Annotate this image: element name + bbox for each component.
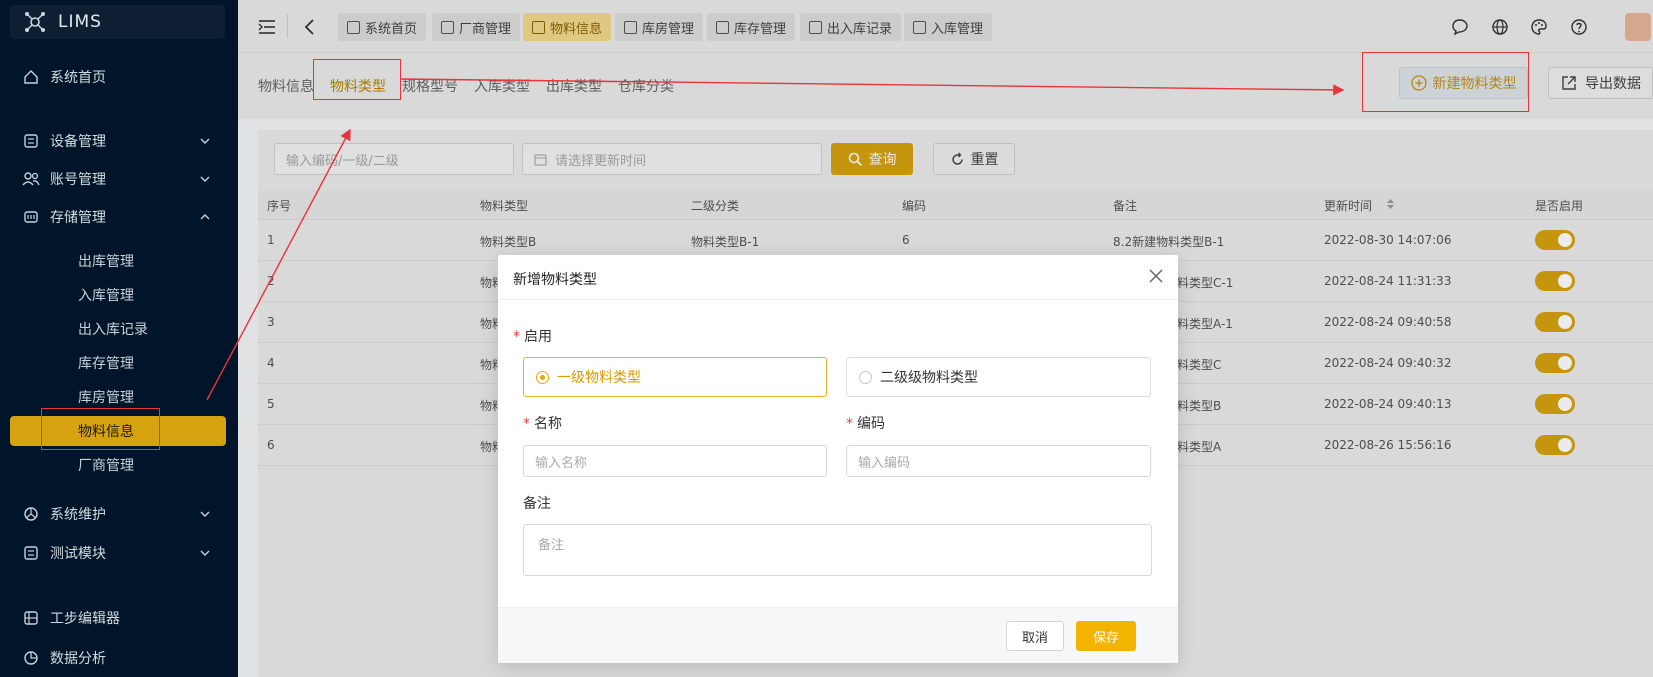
sidebar-subitem-label: 入库管理 bbox=[78, 288, 134, 304]
sidebar-subitem-label: 出库管理 bbox=[78, 254, 134, 270]
app-logo[interactable]: LIMS bbox=[10, 5, 225, 39]
code-label: * 编码 bbox=[846, 413, 885, 433]
sidebar-item-label: 测试模块 bbox=[50, 546, 106, 562]
close-icon[interactable] bbox=[1148, 268, 1164, 284]
sidebar: LIMS 系统首页 设备管理 账号管理 存储管理 出库管理 入库管理 出入库记录… bbox=[0, 0, 238, 677]
logo-icon bbox=[25, 12, 45, 32]
chevron-up-icon bbox=[200, 214, 210, 220]
sidebar-subitem-label: 库存管理 bbox=[78, 356, 134, 372]
sidebar-subitem-label: 厂商管理 bbox=[78, 458, 134, 474]
note-label: 备注 bbox=[523, 496, 551, 512]
required-mark: * bbox=[846, 416, 853, 432]
chevron-down-icon bbox=[200, 511, 210, 517]
sidebar-subitem-inbound[interactable]: 入库管理 bbox=[0, 280, 238, 310]
new-material-type-dialog: 新增物料类型 * 启用 一级物料类型 二级级物料类型 * 名称 * 编码 输入名称 输… bbox=[498, 255, 1178, 663]
name-input[interactable]: 输入名称 bbox=[523, 445, 827, 477]
placeholder: 输入编码 bbox=[858, 455, 911, 471]
sidebar-item-label: 系统维护 bbox=[50, 507, 106, 523]
sidebar-item-label: 账号管理 bbox=[50, 172, 106, 188]
chevron-down-icon bbox=[200, 176, 210, 182]
sidebar-item-test[interactable]: 测试模块 bbox=[0, 536, 238, 570]
sidebar-item-analysis[interactable]: 数据分析 bbox=[0, 641, 238, 675]
users-icon bbox=[22, 170, 40, 188]
divider bbox=[498, 299, 1178, 300]
note-textarea[interactable]: 备注 bbox=[523, 524, 1152, 576]
sidebar-subitem-vendor[interactable]: 厂商管理 bbox=[0, 450, 238, 480]
radio-label: 二级级物料类型 bbox=[880, 370, 978, 386]
sidebar-subitem-label: 出入库记录 bbox=[78, 322, 148, 338]
app-name: LIMS bbox=[58, 12, 102, 32]
annotation-box-material-info bbox=[41, 408, 160, 450]
sidebar-item-home[interactable]: 系统首页 bbox=[0, 60, 238, 94]
label-text: 启用 bbox=[524, 329, 552, 345]
code-input[interactable]: 输入编码 bbox=[846, 445, 1151, 477]
placeholder: 输入名称 bbox=[535, 455, 588, 471]
test-icon bbox=[22, 544, 40, 562]
level2-type-radio[interactable]: 二级级物料类型 bbox=[846, 357, 1151, 397]
grid-icon bbox=[22, 609, 40, 627]
home-icon bbox=[22, 68, 40, 86]
sidebar-item-accounts[interactable]: 账号管理 bbox=[0, 162, 238, 196]
required-mark: * bbox=[513, 329, 520, 345]
sidebar-item-device[interactable]: 设备管理 bbox=[0, 124, 238, 158]
sidebar-subitem-label: 库房管理 bbox=[78, 390, 134, 406]
placeholder: 备注 bbox=[538, 538, 565, 553]
chevron-down-icon bbox=[200, 138, 210, 144]
annotation-box-material-type bbox=[313, 59, 401, 100]
annotation-box-new-button bbox=[1362, 52, 1529, 112]
sidebar-subitem-outbound[interactable]: 出库管理 bbox=[0, 246, 238, 276]
dialog-title: 新增物料类型 bbox=[513, 272, 597, 288]
label-text: 名称 bbox=[534, 416, 562, 432]
device-icon bbox=[22, 132, 40, 150]
sidebar-item-step-editor[interactable]: 工步编辑器 bbox=[0, 601, 238, 635]
storage-icon bbox=[22, 208, 40, 226]
sidebar-subitem-inventory[interactable]: 库存管理 bbox=[0, 348, 238, 378]
save-button[interactable]: 保存 bbox=[1076, 621, 1136, 651]
sidebar-item-label: 存储管理 bbox=[50, 210, 106, 226]
sidebar-item-storage[interactable]: 存储管理 bbox=[0, 200, 238, 234]
required-mark: * bbox=[523, 416, 530, 432]
chevron-down-icon bbox=[200, 550, 210, 556]
cancel-button[interactable]: 取消 bbox=[1006, 621, 1064, 651]
label-text: 编码 bbox=[857, 416, 885, 432]
radio-icon bbox=[859, 370, 872, 384]
sidebar-item-label: 数据分析 bbox=[50, 651, 106, 667]
sidebar-subitem-inout-records[interactable]: 出入库记录 bbox=[0, 314, 238, 344]
sidebar-item-maintenance[interactable]: 系统维护 bbox=[0, 497, 238, 531]
level1-type-radio[interactable]: 一级物料类型 bbox=[523, 357, 827, 397]
sidebar-item-label: 系统首页 bbox=[50, 70, 106, 86]
radio-icon bbox=[536, 370, 549, 384]
maintenance-icon bbox=[22, 505, 40, 523]
sidebar-item-label: 工步编辑器 bbox=[50, 611, 120, 627]
radio-label: 一级物料类型 bbox=[557, 370, 641, 386]
analysis-icon bbox=[22, 649, 40, 667]
enable-label: * 启用 bbox=[513, 326, 552, 346]
sidebar-item-label: 设备管理 bbox=[50, 134, 106, 150]
name-label: * 名称 bbox=[523, 413, 562, 433]
